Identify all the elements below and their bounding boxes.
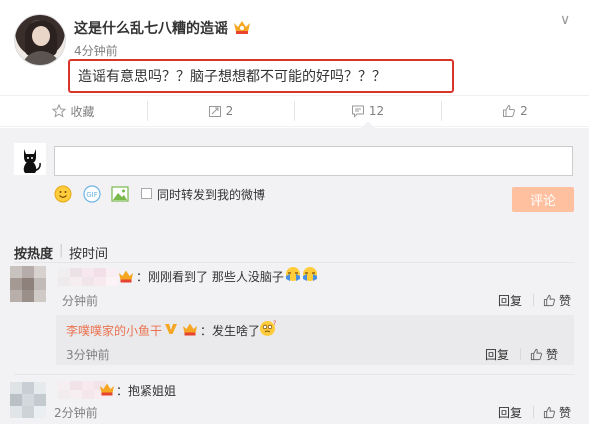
emoji-icon[interactable] xyxy=(54,185,72,203)
repost-icon xyxy=(208,106,221,117)
action-separator xyxy=(520,348,521,360)
reply-button[interactable]: 回复 xyxy=(498,404,522,421)
reply-time: 3分钟前 xyxy=(66,348,110,362)
comment-text: ：抱紧姐姐 xyxy=(116,384,177,398)
repost-count: 2 xyxy=(225,104,234,118)
gif-icon[interactable]: GIF xyxy=(83,185,101,203)
vip-badge-icon xyxy=(119,270,133,283)
commenter-avatar[interactable] xyxy=(10,266,46,302)
comment-input[interactable] xyxy=(54,146,573,176)
action-separator xyxy=(533,294,534,306)
like-button[interactable]: 2 xyxy=(441,95,589,127)
reply-author-name[interactable]: 李噗噗家的小鱼干 xyxy=(66,322,162,339)
reply-button[interactable]: 回复 xyxy=(485,346,509,363)
thumbs-up-icon xyxy=(503,104,516,117)
emoji-icon xyxy=(303,267,317,281)
confused-emoji-icon: ? xyxy=(260,320,276,336)
sort-by-hot-tab[interactable]: 按热度 xyxy=(14,243,53,262)
cat-avatar-icon[interactable] xyxy=(14,143,46,175)
repost-checkbox[interactable] xyxy=(141,188,152,199)
action-separator xyxy=(533,406,534,418)
comment-icon xyxy=(351,105,364,118)
vip-badge-icon xyxy=(100,383,114,396)
comment-like-button[interactable]: 赞 xyxy=(543,292,571,309)
svg-text:?: ? xyxy=(273,320,276,327)
post-text: 造谣有意思吗？？脑子想想都不可能的好吗？？？ xyxy=(78,69,386,85)
repost-button[interactable]: 2 xyxy=(147,95,294,127)
image-icon[interactable] xyxy=(111,185,129,203)
emoji-icon xyxy=(286,267,300,281)
post-time[interactable]: 4分钟前 xyxy=(74,42,118,59)
reply-button[interactable]: 回复 xyxy=(498,292,522,309)
sort-separator: | xyxy=(59,243,64,258)
thumbs-up-icon xyxy=(530,348,543,361)
star-icon xyxy=(52,104,67,118)
vip-badge-icon xyxy=(234,21,250,34)
vip-badge-icon xyxy=(183,323,197,336)
svg-text:GIF: GIF xyxy=(86,191,98,199)
reply-text: ：发生啥了 xyxy=(200,324,261,338)
like-label: 赞 xyxy=(546,348,559,362)
repost-option-label[interactable]: 同时转发到我的微博 xyxy=(157,186,265,203)
commenter-avatar[interactable] xyxy=(10,382,46,418)
comment-text: ：刚刚看到了 那些人没脑子 xyxy=(136,270,284,284)
verified-v-icon xyxy=(165,324,177,334)
comment-divider xyxy=(14,374,575,375)
thumbs-up-icon xyxy=(543,294,556,307)
like-count: 2 xyxy=(520,104,528,118)
post-username[interactable]: 这是什么乱七八糟的造谣 xyxy=(74,18,228,38)
like-label: 赞 xyxy=(559,294,572,308)
sort-by-time-tab[interactable]: 按时间 xyxy=(69,243,108,262)
like-label: 赞 xyxy=(559,406,572,420)
thumbs-up-icon xyxy=(543,406,556,419)
commenter-name-blurred[interactable] xyxy=(58,268,118,286)
comment-time: 2分钟前 xyxy=(54,406,98,420)
collect-button[interactable]: 收藏 xyxy=(0,95,147,127)
reply-like-button[interactable]: 赞 xyxy=(530,346,558,363)
user-avatar[interactable] xyxy=(14,14,66,66)
submit-comment-button[interactable]: 评论 xyxy=(512,187,574,212)
chevron-down-icon[interactable]: ∨ xyxy=(560,12,570,28)
comment-time: 分钟前 xyxy=(62,294,99,308)
collect-label: 收藏 xyxy=(70,104,95,119)
sort-divider xyxy=(14,262,575,263)
comment-like-button[interactable]: 赞 xyxy=(543,404,571,421)
comment-pointer xyxy=(361,121,375,128)
comment-count: 12 xyxy=(368,104,385,118)
